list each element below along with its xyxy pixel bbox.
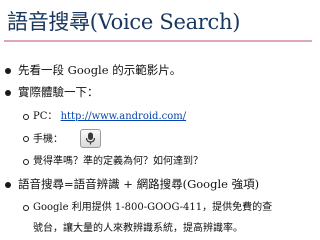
bullet-voice-search-formula: 語音搜尋=語音辨識 + 網路搜尋(Google 強項) bbox=[18, 177, 260, 191]
sub-item-goog411-continued: 號台，讓大量的人來教辨識系統，提高辨識率。 bbox=[33, 223, 243, 234]
sub-item-phone: 手機： bbox=[33, 134, 63, 145]
bullet-dot bbox=[5, 90, 11, 96]
microphone-icon[interactable] bbox=[80, 129, 101, 148]
bullet-dot bbox=[5, 68, 11, 74]
sub-bullet-circle bbox=[23, 159, 29, 165]
sub-bullet-circle bbox=[23, 136, 29, 142]
bullet-dot bbox=[5, 182, 11, 188]
bullet-demo-video: 先看一段 Google 的示範影片。 bbox=[18, 63, 182, 77]
sub-bullet-circle bbox=[23, 114, 29, 120]
android-link[interactable]: http://www.android.com/ bbox=[61, 111, 187, 122]
sub-item-pc: PC： http://www.android.com/ bbox=[33, 107, 186, 122]
slide: 語音搜尋(Voice Search) 先看一段 Google 的示範影片。 實際… bbox=[0, 0, 320, 240]
slide-title: 語音搜尋(Voice Search) bbox=[7, 10, 241, 34]
sub-bullet-circle bbox=[23, 205, 29, 211]
title-divider bbox=[4, 40, 312, 42]
pc-label: PC： bbox=[33, 111, 58, 122]
bullet-try-it: 實際體驗一下： bbox=[18, 85, 99, 99]
sub-item-goog411: Google 利用提供 1-800-GOOG-411，提供免費的查 bbox=[33, 202, 273, 213]
sub-item-accuracy: 覺得準嗎？準的定義為何？如何達到？ bbox=[33, 156, 203, 167]
